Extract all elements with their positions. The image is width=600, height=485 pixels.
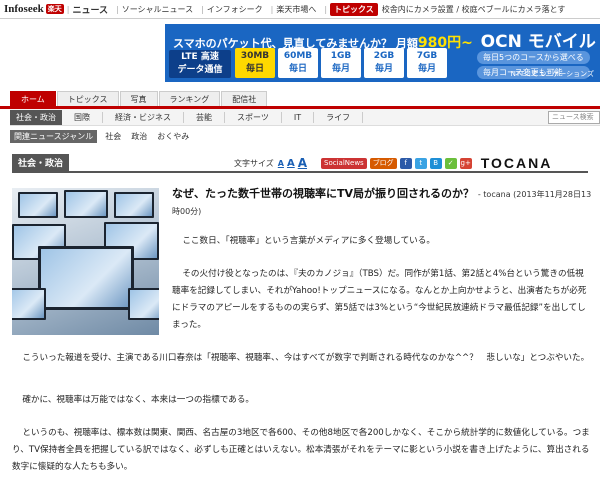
plan-size: 1GB [330, 51, 352, 61]
font-size-medium[interactable]: A [287, 158, 295, 169]
mixi-check-icon[interactable]: ✓ [444, 157, 457, 169]
category-nav: 社会・政治 国際 経済・ビジネス 芸能 スポーツ IT ライフ [10, 109, 600, 126]
ad-plan-30mb: 30MB 毎日 [235, 48, 275, 78]
category-sports[interactable]: スポーツ [225, 111, 282, 123]
related-genre-bar: 関連ニュースジャンル 社会 政治 おくやみ [10, 129, 199, 144]
ad-lte-line2: データ通信 [177, 65, 223, 75]
genre-link-obituaries[interactable]: おくやみ [157, 131, 189, 142]
ad-ntt-logo: NTTコミュニケーションズ [510, 70, 594, 78]
article-paragraph: というのも、視聴率は、標本数は関東、関西、名古屋の3地区で各600、その他8地区… [12, 428, 590, 472]
category-life[interactable]: ライフ [314, 111, 364, 123]
tab-topics[interactable]: トピックス [56, 91, 119, 107]
category-international[interactable]: 国際 [62, 111, 103, 123]
topics-badge: トピックス [330, 2, 378, 16]
category-economy-business[interactable]: 経済・ビジネス [103, 111, 184, 123]
font-size-large[interactable]: A [298, 156, 307, 170]
plan-size: 60MB [283, 51, 313, 61]
top-link-social-news[interactable]: ソーシャルニュース [122, 4, 193, 15]
hatena-bookmark-icon[interactable]: B [429, 157, 442, 169]
related-genre-label: 関連ニュースジャンル [10, 130, 98, 143]
separator: | [324, 4, 328, 14]
tab-home[interactable]: ホーム [10, 91, 56, 107]
plan-unit: 毎日 [288, 64, 307, 74]
blog-button[interactable]: ブログ [369, 157, 397, 169]
tv-screen-graphic [18, 192, 58, 218]
ad-pill: 毎日5つのコースから選べる [477, 51, 590, 64]
tab-photos[interactable]: 写真 [119, 91, 158, 107]
logo-text: Infoseek [4, 3, 44, 15]
article-paragraph: 確かに、視聴率は万能ではなく、本来は一つの指標である。 [22, 395, 255, 405]
category-society-politics[interactable]: 社会・政治 [10, 109, 62, 125]
top-link-rakuten[interactable]: 楽天市場へ [276, 4, 316, 15]
genre-link-politics[interactable]: 政治 [131, 131, 147, 142]
top-link-news[interactable]: ニュース [72, 3, 108, 16]
twitter-icon[interactable]: t [414, 157, 427, 169]
article-paragraph: ここ数日、「視聴率」という言葉がメディアに多く登場している。 [182, 236, 435, 246]
category-it[interactable]: IT [282, 111, 315, 123]
ad-plan-60mb: 60MB 毎日 [278, 48, 318, 78]
category-entertainment[interactable]: 芸能 [184, 111, 225, 123]
article-headline: なぜ、たった数千世帯の視聴率にTV局が振り回されるのか？ - tocana (2… [172, 186, 592, 220]
article-paragraph: こういった報道を受け、主演である川口春奈は「視聴率、視聴率、、今はすべてが数字で… [22, 353, 590, 363]
separator: | [66, 4, 70, 14]
font-size-small[interactable]: A [278, 159, 284, 168]
headline-text: なぜ、たった数千世帯の視聴率にTV局が振り回されるのか？ [172, 187, 475, 200]
google-plus-icon[interactable]: g+ [459, 157, 472, 169]
tab-ranking[interactable]: ランキング [158, 91, 221, 107]
separator: | [116, 4, 119, 14]
separator: | [270, 4, 274, 14]
section-heading: 社会・政治 [12, 154, 70, 171]
ad-plans: 30MB 毎日 60MB 毎日 1GB 毎月 2GB 毎月 7GB 毎月 [235, 48, 447, 78]
global-nav: ホーム トピックス 写真 ランキング 配信社 [10, 91, 268, 107]
ad-lte-box: LTE 高速 データ通信 [169, 50, 231, 78]
article-tools: 文字サイズ A A A SocialNews ブログ f t B ✓ g+ TO… [234, 155, 553, 171]
ad-plan-7gb: 7GB 毎月 [407, 48, 447, 78]
plan-unit: 毎月 [374, 64, 393, 74]
tv-screen-graphic [38, 246, 134, 310]
article-paragraph: その火付け役となったのは、『夫のカノジョ』（TBS）だ。同作が第1話、第2話と4… [172, 269, 587, 330]
ad-plan-2gb: 2GB 毎月 [364, 48, 404, 78]
social-news-button[interactable]: SocialNews [321, 157, 367, 169]
rakuten-badge: 楽天 [45, 4, 64, 14]
tv-screen-graphic [128, 288, 159, 320]
tv-screen-graphic [12, 288, 46, 320]
ad-plan-1gb: 1GB 毎月 [321, 48, 361, 78]
plan-unit: 毎月 [331, 64, 350, 74]
separator: | [201, 4, 204, 14]
ad-lte-line1: LTE 高速 [181, 52, 219, 62]
top-link-infoseek[interactable]: インフォシーク [207, 4, 263, 15]
genre-link-society[interactable]: 社会 [105, 131, 121, 142]
plan-size: 7GB [416, 51, 438, 61]
topics-headline-link[interactable]: 校舎内にカメラ設置 / 校庭ペブールにカメラ落とす [382, 4, 566, 15]
infoseek-logo[interactable]: Infoseek 楽天 [4, 3, 64, 15]
plan-size: 30MB [240, 51, 270, 61]
tocana-logo: TOCANA [480, 155, 553, 171]
font-size-label: 文字サイズ [234, 158, 274, 168]
plan-unit: 毎日 [245, 64, 264, 74]
section-divider [12, 171, 588, 173]
ocn-mobile-ad-banner[interactable]: スマホのパケット代、見直してみませんか？ 月額980円~ OCN モバイル ON… [165, 24, 600, 82]
top-bar: Infoseek 楽天 | ニュース | ソーシャルニュース | インフォシーク… [0, 0, 600, 19]
plan-unit: 毎月 [417, 64, 436, 74]
tab-distributors[interactable]: 配信社 [221, 91, 268, 107]
facebook-icon[interactable]: f [399, 157, 412, 169]
ad-brand: OCN モバイル ONE [480, 32, 600, 52]
plan-size: 2GB [373, 51, 395, 61]
tv-screen-graphic [64, 190, 108, 218]
article-photo [12, 188, 159, 335]
tv-screen-graphic [114, 192, 154, 218]
search-input[interactable]: ニュース検索 [548, 111, 600, 124]
